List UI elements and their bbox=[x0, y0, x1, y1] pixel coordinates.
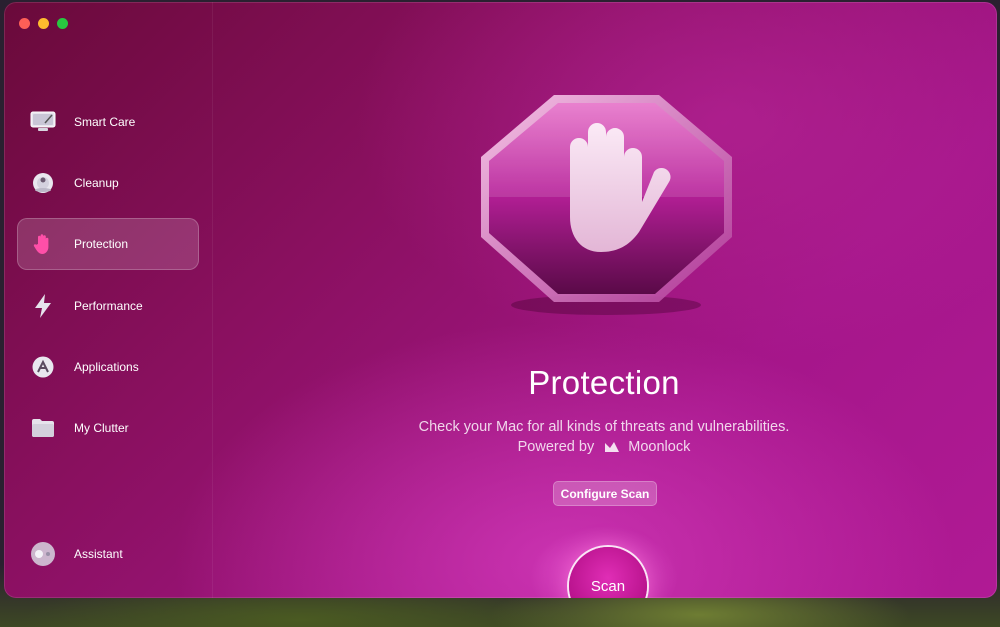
apps-icon bbox=[30, 354, 56, 380]
sidebar: Smart Care Cleanup Protection Performanc… bbox=[4, 2, 213, 598]
sidebar-item-assistant[interactable]: Assistant bbox=[17, 528, 199, 580]
sidebar-item-performance[interactable]: Performance bbox=[17, 280, 199, 332]
configure-scan-button[interactable]: Configure Scan bbox=[553, 481, 657, 506]
powered-by: Powered by Moonlock bbox=[304, 437, 904, 459]
sidebar-item-label: Smart Care bbox=[74, 115, 136, 129]
sidebar-item-label: Performance bbox=[74, 299, 143, 313]
sidebar-item-label: Assistant bbox=[74, 547, 123, 561]
monitor-icon bbox=[30, 109, 56, 135]
powered-by-label: Powered by bbox=[517, 439, 595, 455]
sidebar-item-label: Applications bbox=[74, 360, 139, 374]
sidebar-item-applications[interactable]: Applications bbox=[17, 341, 199, 393]
sidebar-item-label: My Clutter bbox=[74, 421, 129, 435]
powered-by-brand: Moonlock bbox=[628, 439, 691, 455]
hand-icon bbox=[30, 231, 56, 257]
hand-stop-octagon-icon bbox=[474, 87, 739, 317]
app-window: Smart Care Cleanup Protection Performanc… bbox=[4, 2, 997, 598]
folder-icon bbox=[30, 415, 56, 441]
lightning-icon bbox=[30, 293, 56, 319]
page-title: Protection bbox=[528, 364, 680, 401]
sidebar-item-smart-care[interactable]: Smart Care bbox=[17, 96, 199, 148]
sidebar-item-my-clutter[interactable]: My Clutter bbox=[17, 402, 199, 454]
assistant-toggle-icon bbox=[30, 541, 56, 567]
sidebar-item-cleanup[interactable]: Cleanup bbox=[17, 157, 199, 209]
disc-icon bbox=[30, 170, 56, 196]
sidebar-item-label: Protection bbox=[74, 237, 129, 251]
moonlock-logo-icon bbox=[604, 439, 620, 459]
sidebar-item-protection[interactable]: Protection bbox=[17, 218, 199, 270]
page-subtitle: Check your Mac for all kinds of threats … bbox=[418, 419, 790, 435]
sidebar-item-label: Cleanup bbox=[74, 176, 119, 190]
